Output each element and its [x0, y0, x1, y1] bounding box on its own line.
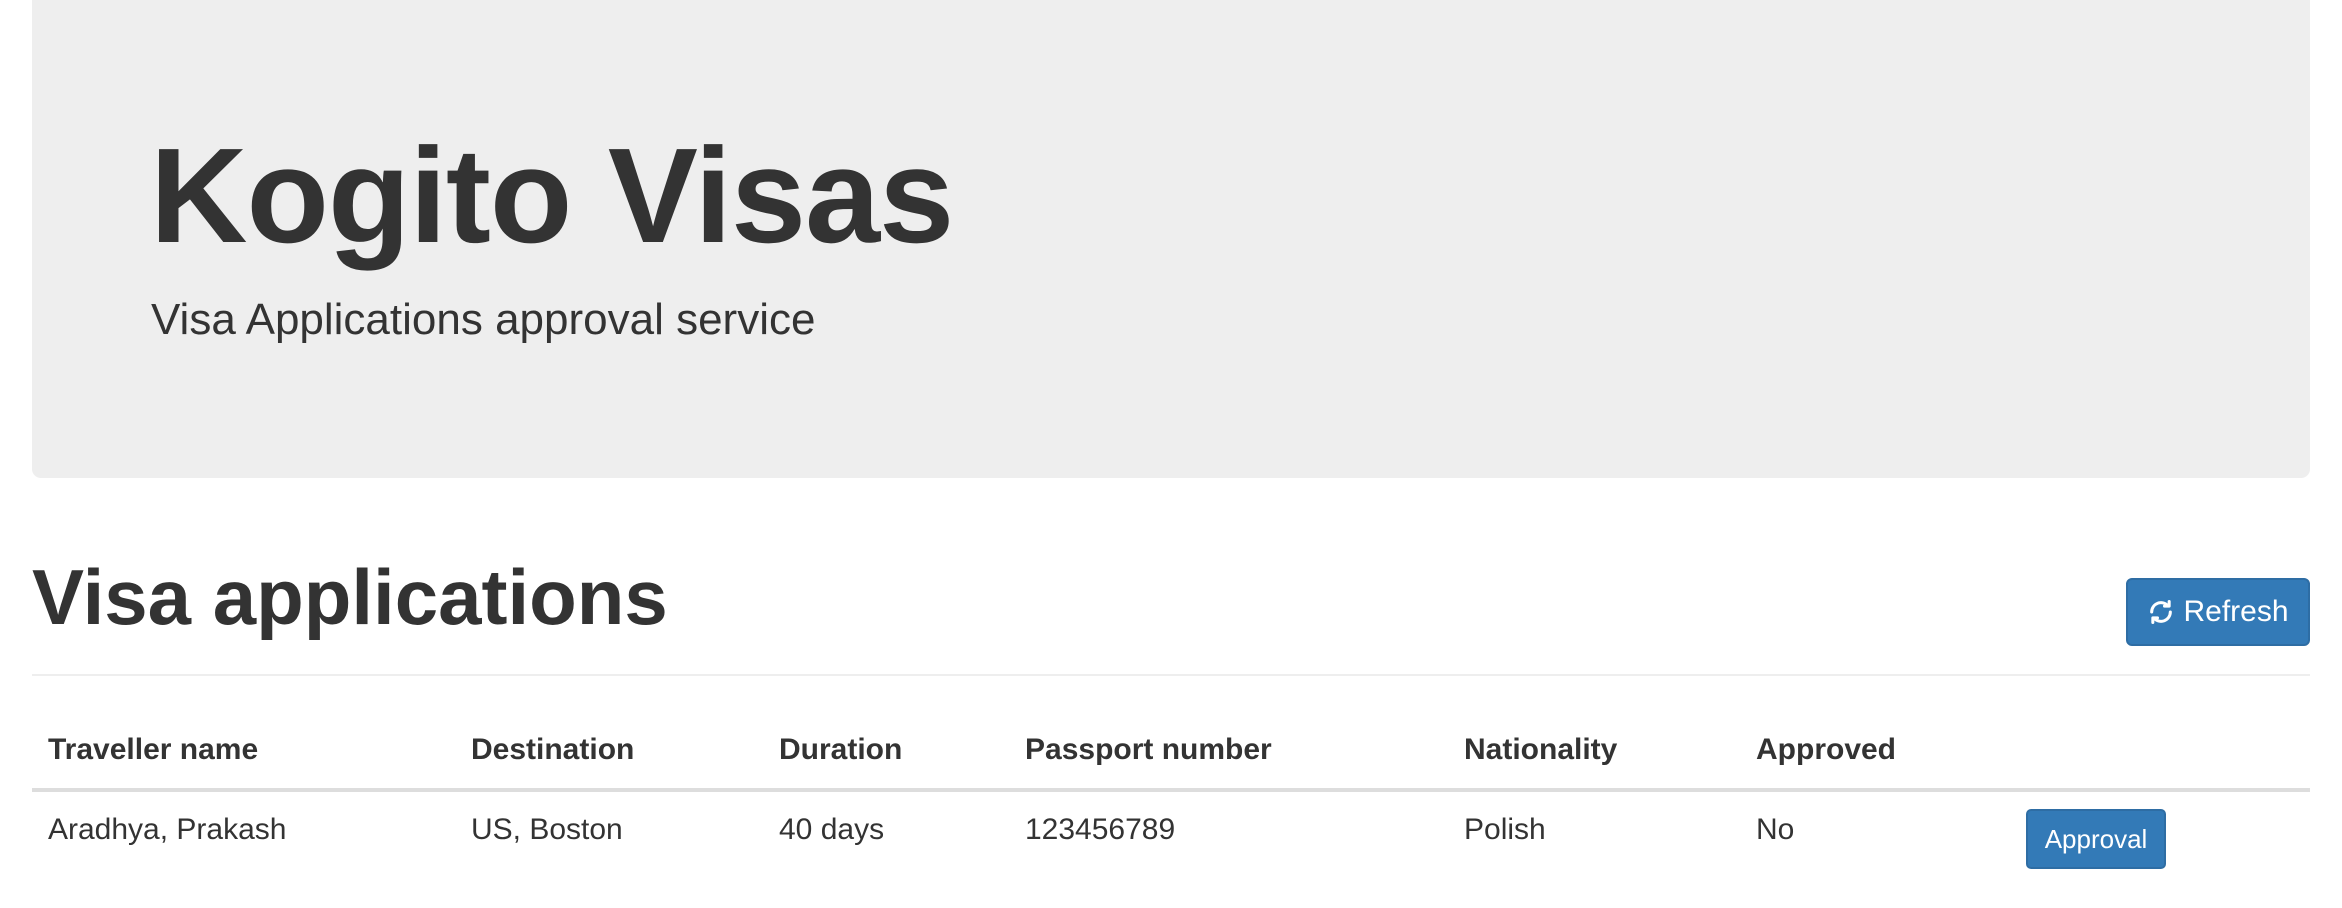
refresh-label: Refresh	[2183, 595, 2289, 628]
cell-nationality: Polish	[1464, 813, 1546, 846]
column-header-passport-number: Passport number	[1009, 712, 1448, 792]
visa-applications-table: Traveller name Destination Duration Pass…	[32, 712, 2310, 869]
cell-duration: 40 days	[779, 813, 885, 846]
table-row: Aradhya, Prakash US, Boston 40 days 1234…	[32, 790, 2310, 869]
table-header-row: Traveller name Destination Duration Pass…	[32, 712, 2310, 792]
jumbotron: Kogito Visas Visa Applications approval …	[32, 0, 2310, 478]
approval-button[interactable]: Approval	[2026, 809, 2166, 869]
column-header-nationality: Nationality	[1448, 712, 1740, 792]
refresh-icon	[2147, 598, 2175, 626]
column-header-approved: Approved	[1740, 712, 2010, 792]
cell-actions: Approval	[2010, 790, 2310, 869]
cell-approved: No	[1756, 813, 1795, 846]
page-title: Visa applications	[32, 553, 668, 641]
app-title: Kogito Visas	[150, 120, 954, 271]
page-header: Visa applications Refresh	[32, 540, 2310, 676]
column-header-traveller-name: Traveller name	[32, 712, 455, 792]
app-subtitle: Visa Applications approval service	[151, 295, 816, 344]
cell-destination: US, Boston	[471, 813, 623, 846]
column-header-destination: Destination	[455, 712, 763, 792]
refresh-button[interactable]: Refresh	[2126, 578, 2310, 646]
column-header-duration: Duration	[763, 712, 1009, 792]
column-header-actions	[2010, 712, 2310, 792]
cell-passport-number: 123456789	[1025, 813, 1176, 846]
cell-traveller-name: Aradhya, Prakash	[48, 813, 287, 846]
